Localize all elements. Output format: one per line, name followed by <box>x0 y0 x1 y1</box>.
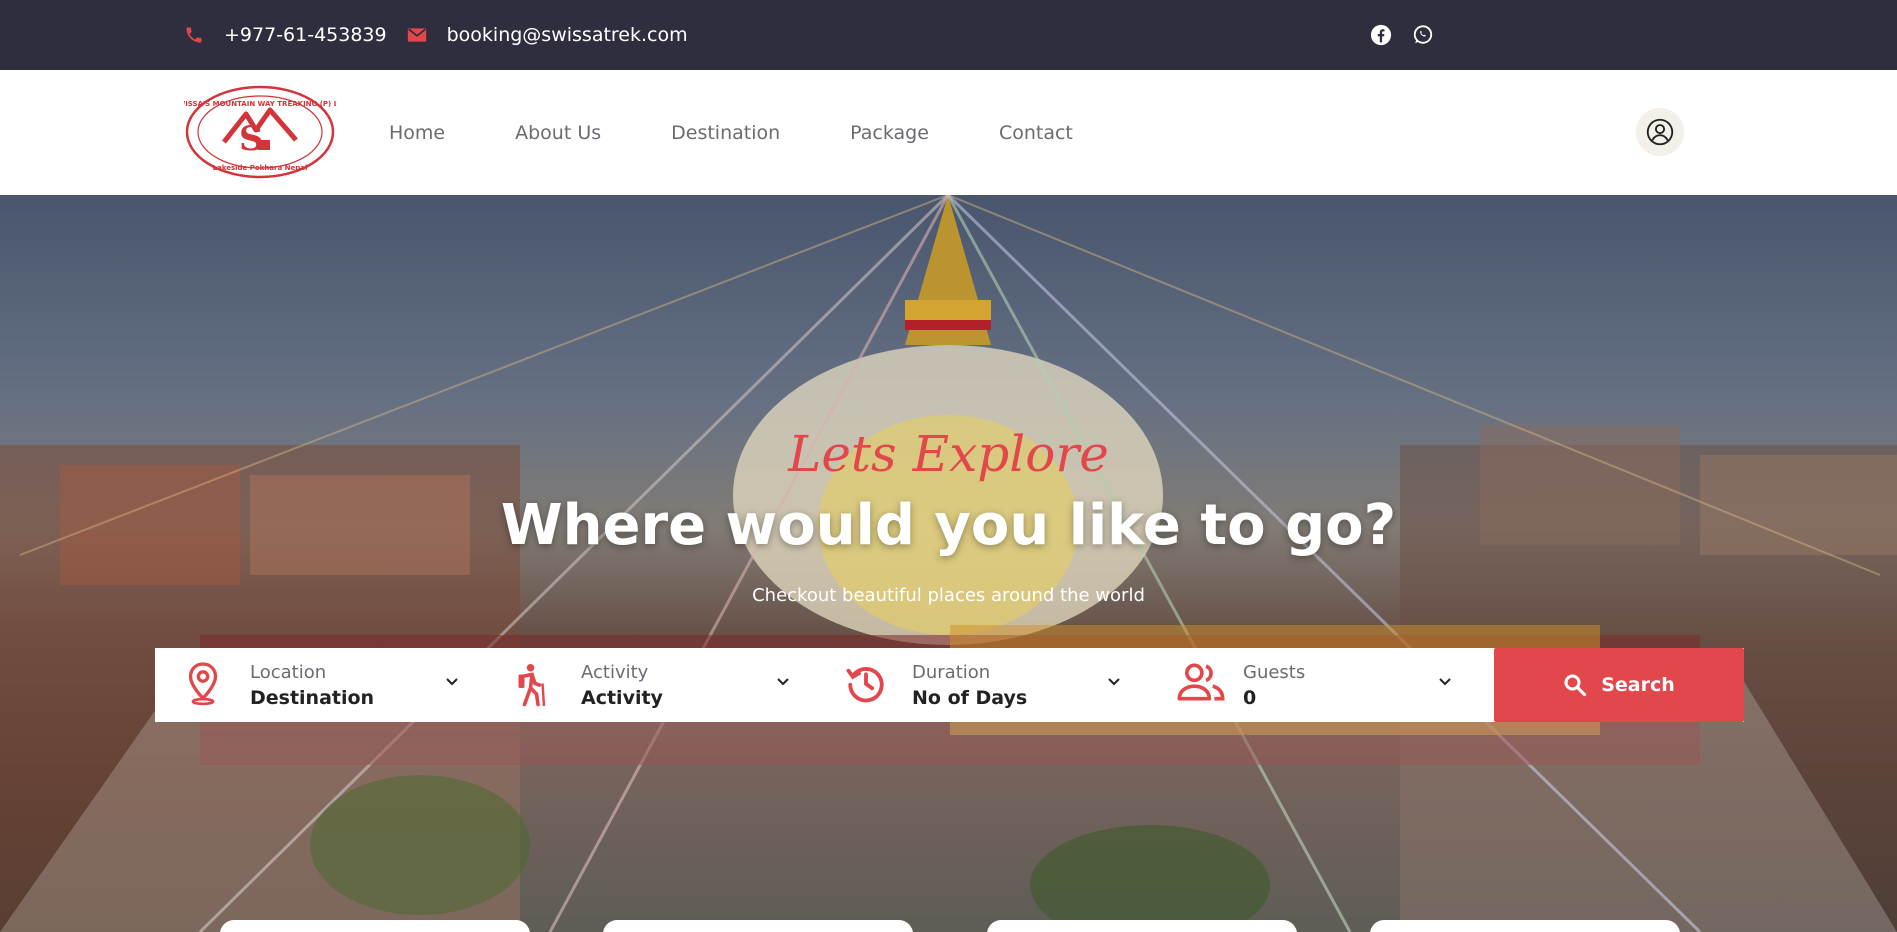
hero-tagline: Lets Explore <box>788 425 1109 483</box>
activity-label: Activity <box>581 662 649 683</box>
email-address: booking@swissatrek.com <box>446 24 688 46</box>
nav-about-us[interactable]: About Us <box>515 122 601 144</box>
whatsapp-icon[interactable] <box>1412 24 1434 46</box>
duration-select[interactable]: Duration No of Days <box>817 648 1148 722</box>
user-account-button[interactable] <box>1636 108 1684 156</box>
nav-contact[interactable]: Contact <box>999 122 1073 144</box>
email-contact[interactable]: booking@swissatrek.com <box>407 24 688 46</box>
phone-contact[interactable]: +977-61-453839 <box>184 24 387 46</box>
hero-background-image <box>0 195 1897 932</box>
facebook-icon[interactable] <box>1370 24 1392 46</box>
phone-number: +977-61-453839 <box>224 24 387 46</box>
guests-value: 0 <box>1243 687 1257 709</box>
location-select[interactable]: Location Destination <box>155 648 486 722</box>
location-value: Destination <box>250 687 375 709</box>
hero-banner: Lets Explore Where would you like to go?… <box>0 195 1897 932</box>
destination-card-peek[interactable] <box>220 920 530 932</box>
top-bar: +977-61-453839 booking@swissatrek.com <box>0 0 1897 70</box>
destination-card-peek[interactable] <box>987 920 1297 932</box>
search-button-label: Search <box>1601 674 1675 696</box>
nav-package[interactable]: Package <box>850 122 929 144</box>
chevron-down-icon <box>1108 678 1120 686</box>
duration-label: Duration <box>912 662 991 683</box>
svg-text:SWISSA'S MOUNTAIN WAY TREAKING: SWISSA'S MOUNTAIN WAY TREAKING (P) LTD <box>184 100 336 108</box>
guests-label: Guests <box>1243 662 1306 683</box>
destination-card-peek[interactable] <box>603 920 913 932</box>
chevron-down-icon <box>777 678 789 686</box>
user-circle-icon <box>1646 118 1674 146</box>
hiker-icon <box>518 664 546 707</box>
envelope-icon <box>407 28 426 42</box>
svg-text:S: S <box>239 119 264 159</box>
contact-info: +977-61-453839 booking@swissatrek.com <box>184 0 688 70</box>
primary-nav: Home About Us Destination Package Contac… <box>389 70 1143 195</box>
social-links <box>1370 0 1434 70</box>
history-clock-icon <box>846 667 884 703</box>
phone-icon <box>186 27 202 43</box>
search-icon <box>1564 674 1587 697</box>
main-navbar: SWISSA'S MOUNTAIN WAY TREAKING (P) LTD S… <box>0 70 1897 195</box>
destination-card-peek[interactable] <box>1370 920 1680 932</box>
hero-subline: Checkout beautiful places around the wor… <box>752 585 1145 606</box>
duration-value: No of Days <box>912 687 1028 709</box>
svg-text:Lakeside Pokhara Nepal: Lakeside Pokhara Nepal <box>213 164 308 172</box>
trip-search-bar: Location Destination Activity Activity D… <box>155 648 1744 722</box>
location-label: Location <box>250 662 327 683</box>
nav-destination[interactable]: Destination <box>671 122 780 144</box>
activity-select[interactable]: Activity Activity <box>486 648 817 722</box>
location-pin-icon <box>188 662 218 706</box>
users-icon <box>1177 663 1225 701</box>
chevron-down-icon <box>446 678 458 686</box>
chevron-down-icon <box>1439 678 1451 686</box>
search-button[interactable]: Search <box>1494 648 1744 722</box>
activity-value: Activity <box>581 687 663 709</box>
nav-home[interactable]: Home <box>389 122 445 144</box>
hero-headline: Where would you like to go? <box>500 493 1397 558</box>
company-logo[interactable]: SWISSA'S MOUNTAIN WAY TREAKING (P) LTD S… <box>172 84 348 180</box>
guests-select[interactable]: Guests 0 <box>1148 648 1479 722</box>
